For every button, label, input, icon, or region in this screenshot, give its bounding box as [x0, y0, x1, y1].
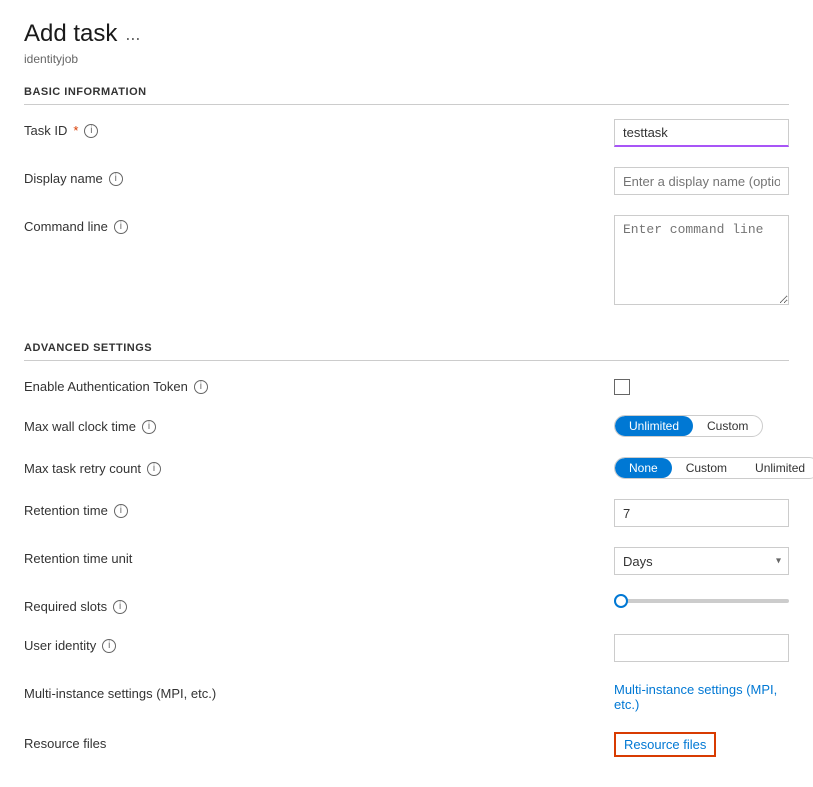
required-marker: * — [73, 123, 78, 138]
display-name-label: Display name i — [24, 167, 614, 186]
user-identity-input[interactable] — [614, 634, 789, 662]
required-slots-info-icon[interactable]: i — [113, 600, 127, 614]
auth-token-info-icon[interactable]: i — [194, 380, 208, 394]
retention-unit-control: Days Hours Minutes Seconds — [614, 547, 789, 575]
wall-clock-unlimited-btn[interactable]: Unlimited — [615, 416, 693, 436]
user-identity-info-icon[interactable]: i — [102, 639, 116, 653]
multi-instance-link[interactable]: Multi-instance settings (MPI, etc.) — [614, 682, 777, 712]
required-slots-row: Required slots i — [24, 585, 789, 624]
user-identity-label: User identity i — [24, 634, 614, 653]
retry-unlimited-btn[interactable]: Unlimited — [741, 458, 813, 478]
user-identity-control — [614, 634, 789, 662]
command-line-row: Command line i — [24, 205, 789, 318]
max-wall-clock-label: Max wall clock time i — [24, 415, 614, 434]
max-wall-clock-row: Max wall clock time i Unlimited Custom — [24, 405, 789, 447]
auth-token-control — [614, 375, 789, 395]
resource-files-row: Resource files Resource files — [24, 722, 789, 767]
retention-time-control — [614, 499, 789, 527]
required-slots-control — [614, 595, 789, 603]
display-name-control — [614, 167, 789, 195]
retention-time-label: Retention time i — [24, 499, 614, 518]
auth-token-label: Enable Authentication Token i — [24, 375, 614, 394]
command-line-info-icon[interactable]: i — [114, 220, 128, 234]
resource-files-control: Resource files — [614, 732, 789, 757]
max-retry-info-icon[interactable]: i — [147, 462, 161, 476]
task-id-control — [614, 119, 789, 147]
command-line-label: Command line i — [24, 215, 614, 234]
retry-custom-btn[interactable]: Custom — [672, 458, 741, 478]
task-id-input[interactable] — [614, 119, 789, 147]
max-retry-row: Max task retry count i None Custom Unlim… — [24, 447, 789, 489]
retention-time-info-icon[interactable]: i — [114, 504, 128, 518]
page-title: Add task ... — [24, 20, 140, 48]
display-name-input[interactable] — [614, 167, 789, 195]
max-retry-label: Max task retry count i — [24, 457, 614, 476]
task-id-info-icon[interactable]: i — [84, 124, 98, 138]
display-name-row: Display name i — [24, 157, 789, 205]
advanced-settings-header: ADVANCED SETTINGS — [24, 342, 789, 361]
user-identity-row: User identity i — [24, 624, 789, 672]
auth-token-checkbox[interactable] — [614, 379, 630, 395]
retention-unit-select[interactable]: Days Hours Minutes Seconds — [614, 547, 789, 575]
required-slots-slider[interactable] — [614, 599, 789, 603]
task-id-label: Task ID * i — [24, 119, 614, 138]
multi-instance-label: Multi-instance settings (MPI, etc.) — [24, 682, 614, 701]
page-subtitle: identityjob — [24, 52, 789, 66]
resource-files-link[interactable]: Resource files — [614, 732, 716, 757]
basic-info-header: BASIC INFORMATION — [24, 86, 789, 105]
max-wall-clock-info-icon[interactable]: i — [142, 420, 156, 434]
command-line-input[interactable] — [614, 215, 789, 305]
retention-time-input[interactable] — [614, 499, 789, 527]
ellipsis-menu[interactable]: ... — [125, 24, 140, 45]
retention-unit-row: Retention time unit Days Hours Minutes S… — [24, 537, 789, 585]
retry-none-btn[interactable]: None — [615, 458, 672, 478]
required-slots-label: Required slots i — [24, 595, 614, 614]
task-id-row: Task ID * i — [24, 109, 789, 157]
retention-time-row: Retention time i — [24, 489, 789, 537]
retention-unit-label: Retention time unit — [24, 547, 614, 566]
multi-instance-control: Multi-instance settings (MPI, etc.) — [614, 682, 789, 712]
max-wall-clock-control: Unlimited Custom — [614, 415, 789, 437]
resource-files-label: Resource files — [24, 732, 614, 751]
wall-clock-custom-btn[interactable]: Custom — [693, 416, 762, 436]
multi-instance-row: Multi-instance settings (MPI, etc.) Mult… — [24, 672, 789, 722]
display-name-info-icon[interactable]: i — [109, 172, 123, 186]
auth-token-row: Enable Authentication Token i — [24, 365, 789, 405]
max-retry-control: None Custom Unlimited — [614, 457, 813, 479]
command-line-control — [614, 215, 789, 308]
